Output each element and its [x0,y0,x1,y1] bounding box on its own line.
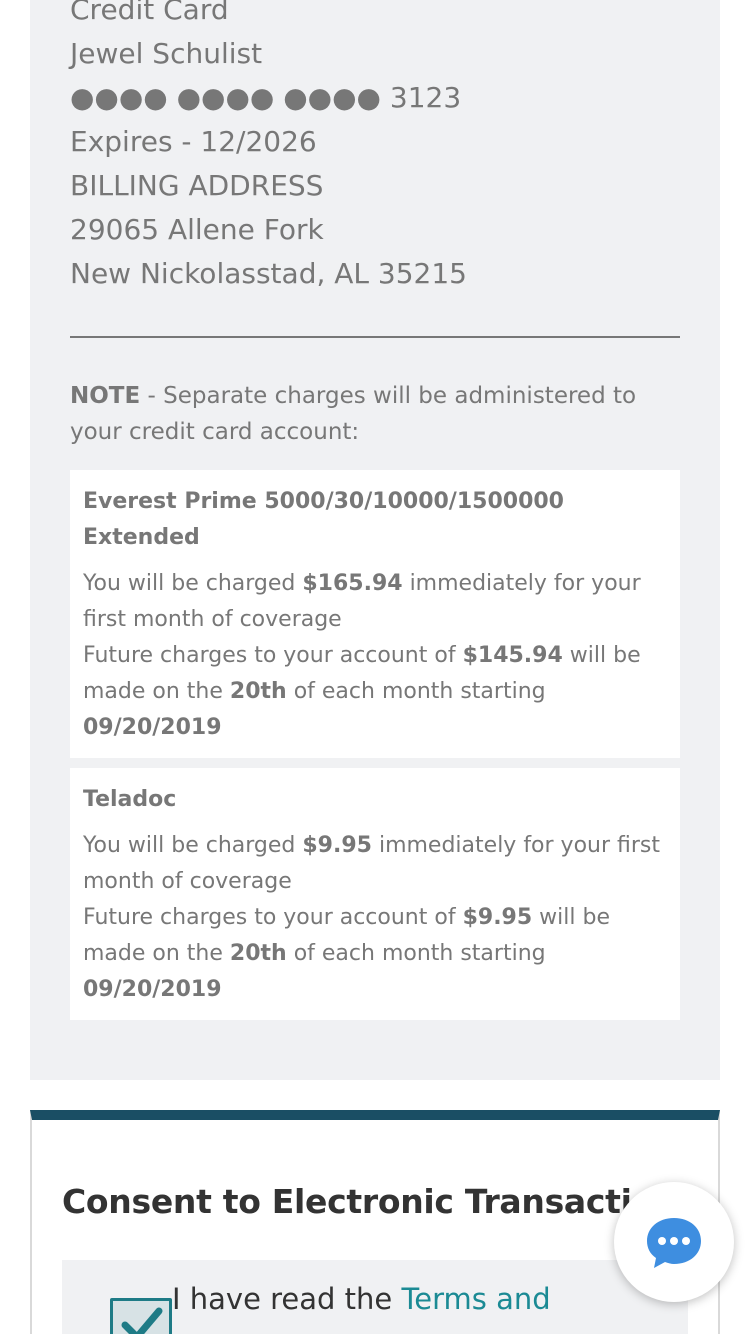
chat-bubble-icon [647,1218,701,1268]
billing-address-line2: New Nickolasstad, AL 35215 [70,257,467,290]
billing-start-date: 09/20/2019 [83,715,222,740]
charge-plan-title: Everest Prime 5000/30/10000/1500000 Exte… [83,489,564,550]
charge-text-part: You will be charged [83,571,303,596]
future-charge-text: Future charges to your account of $9.95 … [83,900,667,1008]
note-label: NOTE [70,383,141,409]
card-number-masked: ●●●● ●●●● ●●●● 3123 [70,81,462,114]
charges-note: NOTE - Separate charges will be administ… [70,378,680,450]
charge-plan-title: Teladoc [83,787,177,812]
billing-day: 20th [229,679,287,704]
billing-start-date: 09/20/2019 [83,977,222,1002]
charge-item: Everest Prime 5000/30/10000/1500000 Exte… [70,470,680,758]
future-charge-amount: $145.94 [462,643,563,668]
consent-label: I have read the Terms and [172,1282,551,1316]
immediate-charge-text: You will be charged $9.95 immediately fo… [83,828,667,900]
consent-title: Consent to Electronic Transactions [62,1182,697,1221]
billing-day: 20th [229,941,287,966]
payment-method-details: Credit Card Jewel Schulist ●●●● ●●●● ●●●… [70,0,467,296]
consent-label-text: I have read the [172,1282,402,1316]
charge-text-part: of each month starting [286,941,546,966]
divider [70,336,680,338]
card-expiration: Expires - 12/2026 [70,125,317,158]
note-text: - Separate charges will be administered … [70,383,637,445]
payment-method-label: Credit Card [70,0,229,26]
consent-checkbox-row[interactable]: I have read the Terms and [62,1260,688,1334]
checkmark-icon [121,1307,163,1334]
immediate-charge-amount: $9.95 [302,833,372,858]
charge-text-part: You will be charged [83,833,303,858]
terms-link[interactable]: Terms and [401,1282,550,1316]
chat-button[interactable] [614,1182,734,1302]
charge-item: Teladoc You will be charged $9.95 immedi… [70,768,680,1020]
charge-text-part: Future charges to your account of [83,905,463,930]
billing-address-line1: 29065 Allene Fork [70,213,324,246]
billing-address-header: BILLING ADDRESS [70,169,324,202]
cardholder-name: Jewel Schulist [70,37,263,70]
consent-checkbox[interactable] [110,1298,172,1334]
payment-summary-panel: Credit Card Jewel Schulist ●●●● ●●●● ●●●… [30,0,720,1080]
future-charge-text: Future charges to your account of $145.9… [83,638,667,746]
immediate-charge-text: You will be charged $165.94 immediately … [83,566,667,638]
future-charge-amount: $9.95 [462,905,533,930]
charge-text-part: of each month starting [286,679,546,704]
immediate-charge-amount: $165.94 [302,571,403,596]
charge-text-part: Future charges to your account of [83,643,463,668]
